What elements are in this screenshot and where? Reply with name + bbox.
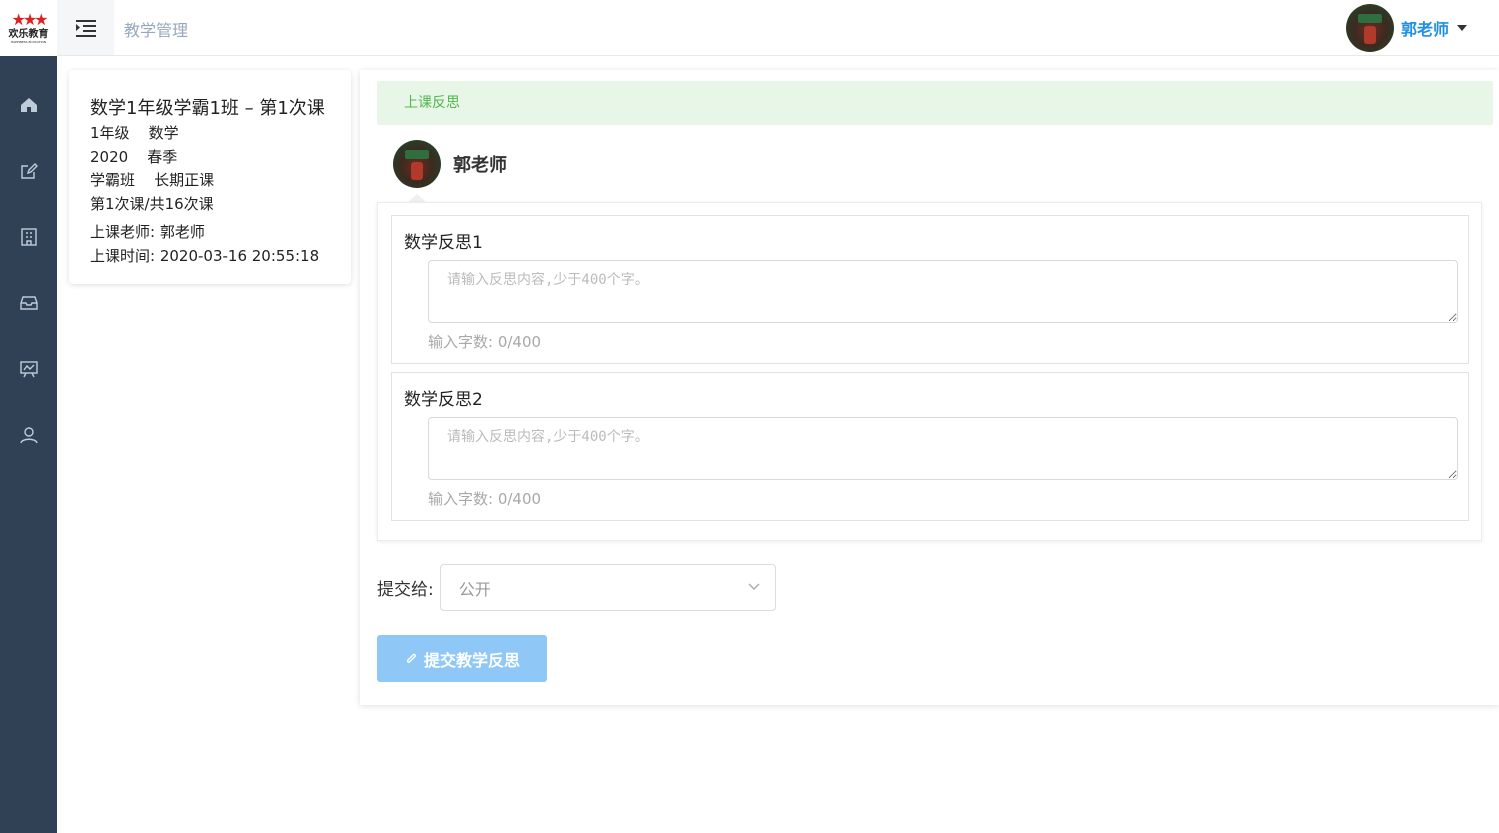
course-year-season: 2020 春季 — [90, 147, 178, 166]
course-grade-subject: 1年级 数学 — [90, 124, 179, 142]
submit-to-value: 公开 — [458, 579, 491, 599]
home-icon — [20, 98, 37, 112]
author-header: 郭老师 — [393, 140, 507, 188]
logo-subtext: HAPPINESS EDUCATION — [10, 40, 47, 44]
sidebar-toggle-button[interactable] — [57, 0, 114, 55]
chevron-down-icon — [747, 578, 761, 597]
sidebar-item-building[interactable] — [0, 204, 57, 270]
logo-text: 欢乐教育 — [8, 29, 49, 40]
sidebar: ★★★ 欢乐教育 HAPPINESS EDUCATION — [0, 0, 57, 833]
menu-fold-icon — [75, 19, 96, 37]
reflection-textarea-2[interactable] — [428, 417, 1458, 480]
course-teacher: 上课老师: 郭老师 — [90, 223, 205, 241]
submit-reflection-button[interactable]: 提交教学反思 — [377, 635, 547, 682]
reflection-question: 数学反思2 输入字数: 0/400 — [391, 372, 1469, 521]
course-info-card: 数学1年级学霸1班 – 第1次课 1年级 数学 2020 春季 学霸班 长期正课… — [69, 70, 351, 284]
reflection-panel: 上课反思 郭老师 数学反思1 输入字数: 0/400 数学反思2 输入字数: 0… — [360, 70, 1499, 705]
course-lesson-progress: 第1次课/共16次课 — [90, 194, 214, 213]
logo[interactable]: ★★★ 欢乐教育 HAPPINESS EDUCATION — [0, 0, 57, 56]
user-icon — [19, 427, 38, 444]
submit-to-select[interactable]: 公开 — [439, 564, 776, 611]
sidebar-item-home[interactable] — [0, 72, 57, 138]
submit-button-label: 提交教学反思 — [423, 650, 520, 670]
edit-icon — [20, 163, 38, 179]
user-name[interactable]: 郭老师 — [1401, 16, 1449, 40]
sidebar-item-inbox[interactable] — [0, 270, 57, 336]
reflection-question: 数学反思1 输入字数: 0/400 — [391, 215, 1469, 364]
sidebar-item-edit[interactable] — [0, 138, 57, 204]
sidebar-item-user[interactable] — [0, 402, 57, 468]
char-count: 输入字数: 0/400 — [428, 490, 542, 508]
logo-stars: ★★★ — [11, 10, 48, 29]
paperclip-icon — [406, 653, 416, 663]
submit-to-row: 提交给: 公开 — [377, 564, 776, 611]
top-navbar: 教学管理 郭老师 — [57, 0, 1499, 56]
presentation-icon — [19, 361, 38, 378]
reflection-textarea-1[interactable] — [428, 260, 1458, 323]
question-title: 数学反思1 — [404, 233, 483, 253]
caret-down-icon[interactable] — [1457, 25, 1467, 31]
building-icon — [20, 228, 37, 246]
course-time: 上课时间: 2020-03-16 20:55:18 — [90, 246, 320, 265]
submit-to-label: 提交给: — [377, 580, 434, 600]
user-menu[interactable]: 郭老师 — [1345, 4, 1467, 52]
course-class-type: 学霸班 长期正课 — [90, 171, 215, 189]
sidebar-item-presentation[interactable] — [0, 336, 57, 402]
author-avatar — [393, 140, 441, 188]
question-title: 数学反思2 — [404, 390, 483, 410]
course-title: 数学1年级学霸1班 – 第1次课 — [90, 98, 325, 119]
inbox-icon — [19, 296, 38, 310]
sidebar-menu — [0, 72, 57, 468]
avatar[interactable] — [1345, 4, 1394, 52]
reflection-banner: 上课反思 — [377, 81, 1493, 125]
reflection-questions: 数学反思1 输入字数: 0/400 数学反思2 输入字数: 0/400 — [377, 202, 1482, 541]
author-name: 郭老师 — [453, 155, 507, 176]
char-count: 输入字数: 0/400 — [428, 333, 542, 351]
breadcrumb: 教学管理 — [124, 21, 189, 40]
